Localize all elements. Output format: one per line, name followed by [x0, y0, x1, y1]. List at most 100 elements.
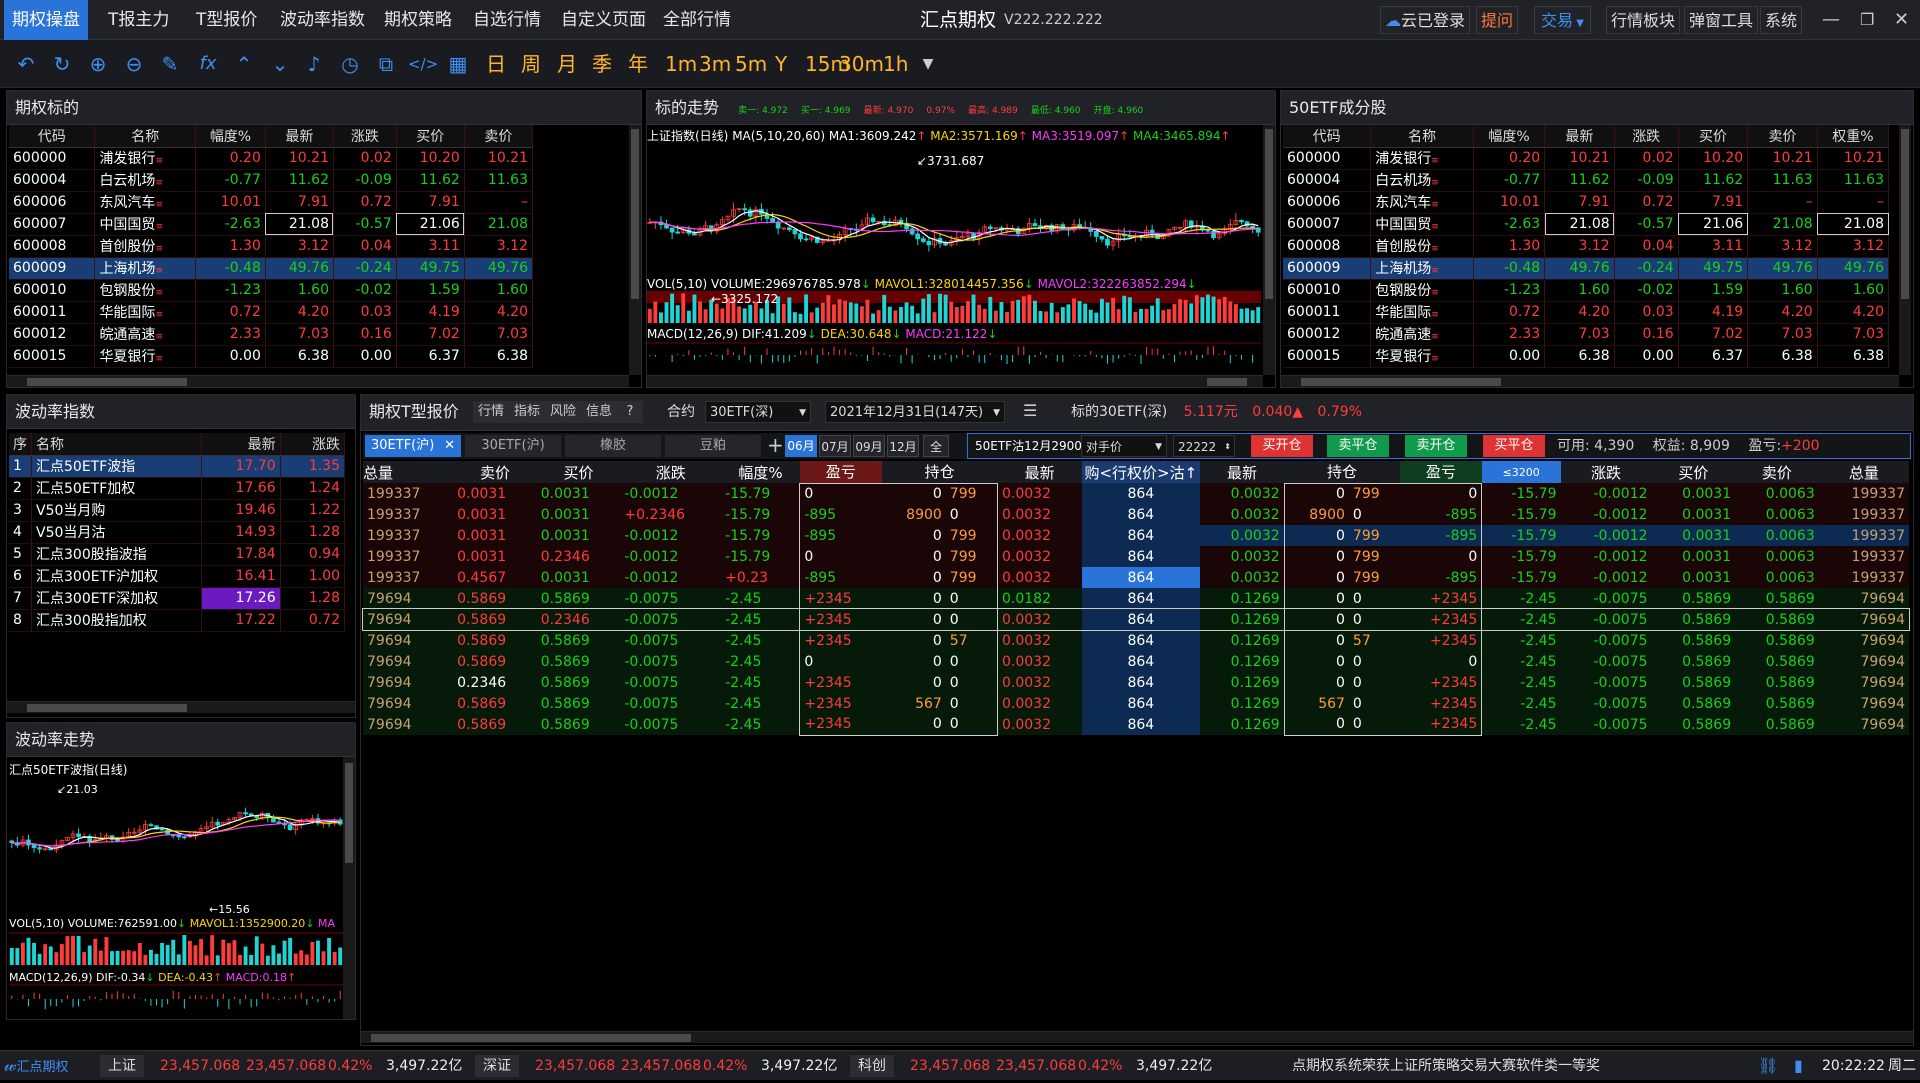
put-cell[interactable]: 0.5869: [1652, 609, 1736, 630]
put-cell[interactable]: 0.0031: [1652, 567, 1736, 588]
vol-index-hscroll[interactable]: [7, 701, 355, 713]
strike-price[interactable]: 864: [1081, 693, 1200, 714]
call-cell[interactable]: 0.5869: [537, 714, 621, 735]
put-cell[interactable]: 0.5869: [1735, 672, 1819, 693]
strike-price[interactable]: 864: [1081, 525, 1200, 546]
tab-30etf-sh-active[interactable]: 30ETF(沪) ✕: [365, 435, 461, 457]
strike-price[interactable]: 864: [1081, 651, 1200, 672]
option-row[interactable]: 199337 0.0031 0.0031 -0.0012 -15.79 0 0 799 0.00…: [363, 482, 1909, 504]
option-row[interactable]: 79694 0.5869 0.2346 -0.0075 -2.45 +2345 0 0 0.00…: [362, 608, 1910, 631]
option-row[interactable]: 199337 0.0031 0.0031 -0.0012 -15.79 -895 0 799 0…: [363, 525, 1909, 546]
formula-icon[interactable]: fx: [194, 50, 222, 78]
month-12[interactable]: 12月: [887, 435, 919, 457]
put-cell[interactable]: 0.5869: [1652, 672, 1736, 693]
column-header[interactable]: 盈亏: [1399, 461, 1482, 483]
put-cell[interactable]: 0.5869: [1652, 651, 1736, 672]
table-row[interactable]: 600008 首创股份≡ 1.30 3.12 0.04 3.11 3.12 3.12: [1283, 235, 1890, 258]
popup-tools-button[interactable]: 弹窗工具: [1684, 6, 1759, 34]
column-header[interactable]: 最新: [1544, 125, 1615, 148]
call-cell[interactable]: 0.2346: [537, 546, 621, 567]
column-header[interactable]: 涨跌: [333, 125, 397, 148]
call-cell[interactable]: 0.0031: [537, 504, 621, 525]
zoom-in-icon[interactable]: ⊕: [84, 50, 112, 78]
call-cell[interactable]: 0.2346: [537, 609, 621, 630]
call-cell[interactable]: 0.5869: [453, 588, 537, 609]
strike-price[interactable]: 864: [1081, 483, 1200, 504]
call-cell[interactable]: 0.0031: [453, 525, 537, 546]
column-header[interactable]: 卖价: [453, 461, 537, 483]
link-icon[interactable]: ⛓: [1758, 1051, 1778, 1081]
trend-hscroll[interactable]: [647, 375, 1263, 387]
code-icon[interactable]: </>: [408, 50, 438, 78]
call-cell[interactable]: 0.0031: [453, 546, 537, 567]
arrow-up-icon[interactable]: ⌃: [230, 50, 258, 78]
table-row[interactable]: 4 V50当月沽 14.93 1.28: [9, 521, 346, 544]
trade-dropdown[interactable]: 交易 ▼: [1534, 6, 1591, 34]
strike-price[interactable]: 864: [1081, 609, 1200, 630]
option-row[interactable]: 199337 0.4567 0.0031 -0.0012 +0.23 -895 0 799 0.…: [363, 567, 1909, 588]
price-type-select[interactable]: 对手价 ▼: [1081, 435, 1167, 457]
menu-t-main[interactable]: T报主力: [100, 0, 177, 40]
column-header[interactable]: 买价: [396, 125, 465, 148]
draw-line-icon[interactable]: ✎: [156, 50, 184, 78]
put-cell[interactable]: 0.0031: [1652, 483, 1736, 504]
signal-icon[interactable]: ▮: [1794, 1051, 1803, 1081]
column-header[interactable]: 卖价: [1747, 125, 1818, 148]
period-week[interactable]: 周: [521, 50, 541, 78]
table-row[interactable]: 600008 首创股份≡ 1.30 3.12 0.04 3.11 3.12: [9, 235, 534, 258]
call-cell[interactable]: 0.4567: [453, 567, 537, 588]
table-row[interactable]: 5 汇点300股指波指 17.84 0.94: [9, 543, 346, 566]
clock-icon[interactable]: ◷: [336, 50, 364, 78]
put-cell[interactable]: 0.5869: [1735, 693, 1819, 714]
column-header[interactable]: 涨跌: [280, 433, 346, 456]
market-tab[interactable]: 上证: [100, 1055, 144, 1077]
table-row[interactable]: 7 汇点300ETF深加权 17.26 1.28: [9, 587, 346, 610]
underlying-vscroll[interactable]: [629, 125, 641, 375]
buy-close-button[interactable]: 买平仓: [1483, 435, 1545, 457]
month-all[interactable]: 全: [923, 435, 949, 457]
market-sector-button[interactable]: 行情板块: [1606, 6, 1681, 34]
table-row[interactable]: 6 汇点300ETF沪加权 16.41 1.00: [9, 565, 346, 588]
menu-t-quote[interactable]: T型报价: [188, 0, 265, 40]
table-row[interactable]: 600012 皖通高速≡ 2.33 7.03 0.16 7.02 7.03 7.03: [1283, 323, 1890, 346]
column-header[interactable]: 买价: [1652, 461, 1736, 483]
column-header[interactable]: 总量: [363, 461, 453, 483]
put-cell[interactable]: 0.0031: [1651, 525, 1736, 546]
tab-30etf-sh[interactable]: 30ETF(沪): [465, 435, 561, 457]
component-hscroll[interactable]: [1281, 375, 1899, 387]
market-tab[interactable]: 深证: [475, 1055, 519, 1077]
tab-soymeal[interactable]: 豆粕: [665, 435, 761, 457]
period-y[interactable]: Y: [775, 50, 787, 78]
call-cell[interactable]: 0.5869: [453, 714, 537, 735]
column-header[interactable]: 涨跌: [620, 461, 721, 483]
column-header[interactable]: 幅度%: [1473, 125, 1546, 148]
table-row[interactable]: 3 V50当月购 19.46 1.22: [9, 499, 346, 522]
table-row[interactable]: 600011 华能国际≡ 0.72 4.20 0.03 4.19 4.20 4.20: [1283, 301, 1890, 324]
bell-icon[interactable]: ♪: [300, 50, 328, 78]
chart-image-icon[interactable]: ▦: [444, 50, 472, 78]
call-cell[interactable]: 0.5869: [537, 651, 621, 672]
call-cell[interactable]: 0.5869: [453, 693, 537, 714]
cloud-login-button[interactable]: ☁云已登录: [1380, 6, 1471, 34]
option-row[interactable]: 79694 0.5869 0.5869 -0.0075 -2.45 0 0 0 0.0032 86…: [363, 651, 1909, 672]
put-cell[interactable]: 0.5869: [1735, 630, 1819, 651]
add-tab-icon[interactable]: +: [767, 433, 784, 457]
menu-strategy[interactable]: 期权策略: [376, 0, 460, 40]
column-header[interactable]: 序: [9, 433, 32, 456]
component-vscroll[interactable]: [1899, 125, 1911, 375]
menu-watchlist[interactable]: 自选行情: [465, 0, 549, 40]
column-header[interactable]: 持仓: [1284, 461, 1400, 483]
column-header[interactable]: 幅度%: [721, 461, 800, 483]
call-cell[interactable]: 0.5869: [537, 672, 621, 693]
menu-all-quotes[interactable]: 全部行情: [655, 0, 739, 40]
expiry-select[interactable]: 2021年12月31日(147天) ▼: [825, 401, 1005, 423]
period-1m[interactable]: 1m: [665, 50, 697, 78]
call-cell[interactable]: 0.5869: [453, 651, 537, 672]
column-header[interactable]: ≤3200: [1481, 461, 1561, 483]
zoom-out-icon[interactable]: ⊖: [120, 50, 148, 78]
call-cell[interactable]: 0.5869: [537, 693, 621, 714]
column-header[interactable]: 最新: [1200, 461, 1284, 483]
tab-rubber[interactable]: 橡胶: [565, 435, 661, 457]
call-cell[interactable]: 0.5869: [453, 630, 537, 651]
period-day[interactable]: 日: [486, 50, 506, 78]
